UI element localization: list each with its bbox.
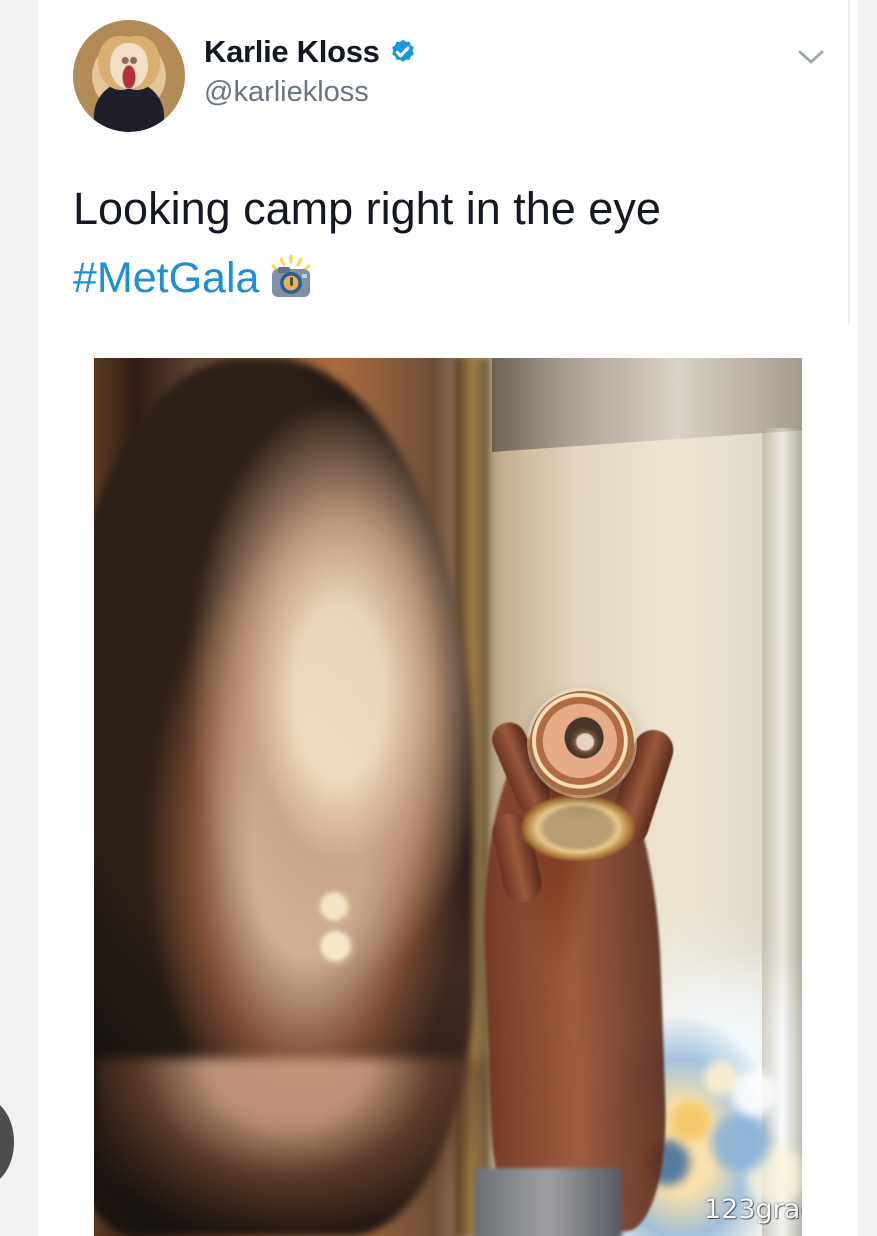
tweet-menu-button[interactable] xyxy=(793,43,829,71)
pearl-earring xyxy=(309,883,369,973)
author-name[interactable]: Karlie Kloss xyxy=(204,36,380,67)
ceiling-beam xyxy=(492,358,802,452)
compact-mirror-eye-reflection xyxy=(530,691,634,795)
chevron-down-icon xyxy=(798,50,824,64)
screenshot-canvas: Karlie Kloss @karliekloss Looking camp r… xyxy=(0,0,877,1236)
metgala-hashtag-link[interactable]: #MetGala xyxy=(73,256,259,300)
tweet-text: Looking camp right in the eye xyxy=(73,183,661,234)
verified-badge-icon xyxy=(391,39,414,62)
author-handle[interactable]: @karliekloss xyxy=(204,78,369,107)
side-floating-control[interactable] xyxy=(0,1098,14,1186)
image-watermark: 123gracet xyxy=(704,1194,802,1225)
compact-base xyxy=(520,794,636,862)
gray-sleeve xyxy=(474,1168,622,1236)
hashtag-line: #MetGala xyxy=(73,254,315,302)
camera-with-flash-icon xyxy=(271,254,311,297)
blurred-shoulder xyxy=(94,1058,524,1236)
tweet-image[interactable]: 123gracet xyxy=(94,358,802,1236)
profile-avatar[interactable] xyxy=(73,20,185,132)
author-name-row[interactable]: Karlie Kloss xyxy=(204,36,417,67)
